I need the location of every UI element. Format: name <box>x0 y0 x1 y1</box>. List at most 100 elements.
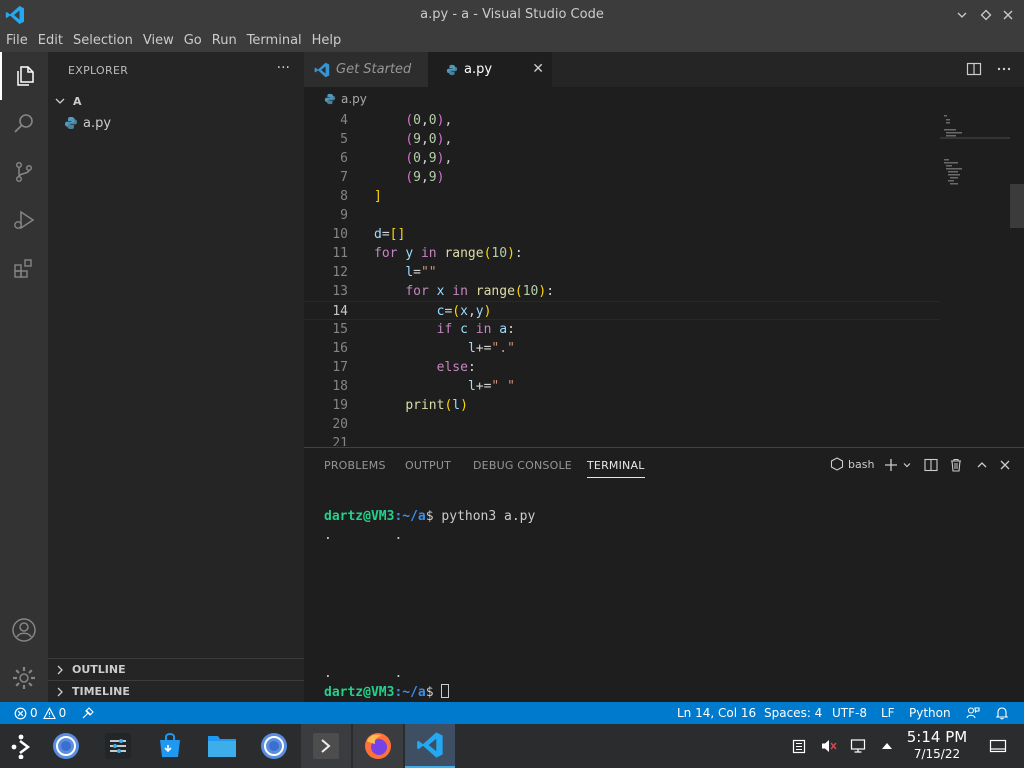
explorer-button[interactable] <box>0 52 48 100</box>
close-tab-icon[interactable]: ✕ <box>532 61 544 77</box>
code-line[interactable]: 13 for x in range(10): <box>304 282 940 301</box>
run-debug-button[interactable] <box>0 196 48 244</box>
chevron-right-icon <box>57 665 63 674</box>
add-terminal-icon[interactable] <box>884 458 898 472</box>
code-line[interactable]: 4 (0,0), <box>304 111 940 130</box>
chevron-down-icon <box>957 12 967 18</box>
code-line[interactable]: 8] <box>304 187 940 206</box>
language-status[interactable]: Python <box>909 702 951 724</box>
tab-debug-console[interactable]: DEBUG CONSOLE <box>473 459 572 472</box>
terminal-selector[interactable]: bash <box>830 457 874 471</box>
tab-problems[interactable]: PROBLEMS <box>324 459 386 472</box>
manage-button[interactable] <box>0 654 48 702</box>
cursor-position[interactable]: Ln 14, Col 16 <box>677 702 756 724</box>
minimize-button[interactable] <box>952 5 972 25</box>
maximize-button[interactable] <box>976 5 996 25</box>
timeline-section[interactable]: TIMELINE <box>48 680 304 702</box>
eol-status[interactable]: LF <box>881 702 895 724</box>
menu-selection[interactable]: Selection <box>68 30 138 52</box>
indentation-status[interactable]: Spaces: 4 <box>764 702 822 724</box>
code-line[interactable]: 5 (9,0), <box>304 130 940 149</box>
taskbar-app-settings[interactable] <box>93 724 143 768</box>
outline-section[interactable]: OUTLINE <box>48 658 304 680</box>
notifications-button[interactable] <box>995 702 1009 724</box>
chevron-up-icon[interactable] <box>975 458 989 472</box>
python-file-icon <box>65 117 77 129</box>
prompt-dollar: $ <box>425 685 434 700</box>
app-launcher-button[interactable] <box>0 724 44 768</box>
taskbar-app-browser-2[interactable] <box>249 724 299 768</box>
extensions-button[interactable] <box>0 244 48 292</box>
tab-a-py[interactable]: a.py ✕ <box>428 52 552 87</box>
encoding-status[interactable]: UTF-8 <box>832 702 867 724</box>
close-icon[interactable] <box>998 458 1012 472</box>
extensions-icon <box>14 259 32 278</box>
menu-file[interactable]: File <box>1 30 33 52</box>
menu-run[interactable]: Run <box>207 30 242 52</box>
code-line[interactable]: 15 if c in a: <box>304 320 940 339</box>
code-line[interactable]: 16 l+="." <box>304 339 940 358</box>
taskbar-app-vscode[interactable] <box>405 724 455 768</box>
code-line[interactable]: 12 l="" <box>304 263 940 282</box>
trash-icon[interactable] <box>949 458 963 472</box>
explorer-header: EXPLORER <box>68 64 129 77</box>
code-line[interactable]: 20 <box>304 415 940 434</box>
menu-go[interactable]: Go <box>179 30 207 52</box>
tab-output[interactable]: OUTPUT <box>405 459 451 472</box>
title-bar: a.py - a - Visual Studio Code <box>0 0 1024 30</box>
accounts-button[interactable] <box>0 606 48 654</box>
taskbar-app-store[interactable] <box>145 724 195 768</box>
taskbar-app-terminal[interactable] <box>301 724 351 768</box>
breadcrumb-file[interactable]: a.py <box>341 92 367 106</box>
problems-status[interactable]: 0 0 <box>14 702 66 724</box>
taskbar-app-files[interactable] <box>197 724 247 768</box>
volume-muted-icon[interactable] <box>820 738 838 754</box>
chevron-down-icon[interactable] <box>902 460 912 470</box>
tab-terminal[interactable]: TERMINAL <box>587 459 645 478</box>
search-button[interactable] <box>0 100 48 148</box>
more-actions-icon[interactable] <box>996 61 1012 77</box>
file-a-py[interactable]: a.py <box>48 112 304 134</box>
close-window-button[interactable] <box>998 5 1018 25</box>
line-code: for y in range(10): <box>374 246 523 261</box>
code-line[interactable]: 11 for y in range(10): <box>304 244 940 263</box>
circle-app-icon <box>53 733 79 759</box>
menu-terminal[interactable]: Terminal <box>242 30 307 52</box>
code-line[interactable]: 6 (0,9), <box>304 149 940 168</box>
code-line[interactable]: 14 c=(x,y) <box>304 301 940 320</box>
clock[interactable]: 5:14 PM 7/15/22 <box>900 728 974 762</box>
minimap[interactable] <box>940 111 1010 446</box>
code-line[interactable]: 9 <box>304 206 940 225</box>
code-line[interactable]: 21 <box>304 434 940 446</box>
timeline-label: TIMELINE <box>72 685 130 698</box>
code-line[interactable]: 17 else: <box>304 358 940 377</box>
code-line[interactable]: 10 d=[] <box>304 225 940 244</box>
code-editor[interactable]: 4 (0,0), 5 (9,0), 6 (0,9), 7 (9,9) 8] 9 10 d=[]… <box>304 111 1024 446</box>
line-code: for x in range(10): <box>405 284 555 299</box>
circle-app-icon <box>261 733 287 759</box>
menu-view[interactable]: View <box>138 30 179 52</box>
tab-label: a.py <box>464 62 493 77</box>
taskbar-app-browser[interactable] <box>41 724 91 768</box>
folder-a[interactable]: A <box>48 90 304 112</box>
clipboard-icon[interactable] <box>791 738 807 754</box>
menu-edit[interactable]: Edit <box>33 30 68 52</box>
menu-help[interactable]: Help <box>307 30 347 52</box>
code-line[interactable]: 19 print(l) <box>304 396 940 415</box>
split-terminal-icon[interactable] <box>924 458 938 472</box>
more-actions-button[interactable]: ··· <box>277 60 290 76</box>
live-share-status[interactable] <box>81 702 95 724</box>
terminal-prompt-line[interactable]: dartz@VM3:~/a$ <box>324 683 450 702</box>
editor-scrollbar-thumb[interactable] <box>1010 184 1024 228</box>
source-control-button[interactable] <box>0 148 48 196</box>
split-editor-icon[interactable] <box>966 61 982 77</box>
code-line[interactable]: 7 (9,9) <box>304 168 940 187</box>
network-icon[interactable] <box>850 738 868 754</box>
taskbar-app-firefox[interactable] <box>353 724 403 768</box>
tab-get-started[interactable]: Get Started <box>304 52 428 87</box>
code-line[interactable]: 18 l+=" " <box>304 377 940 396</box>
show-desktop-icon[interactable] <box>989 738 1007 754</box>
tray-expand-icon[interactable] <box>880 740 894 752</box>
warning-icon <box>42 706 56 719</box>
feedback-button[interactable] <box>966 702 980 724</box>
